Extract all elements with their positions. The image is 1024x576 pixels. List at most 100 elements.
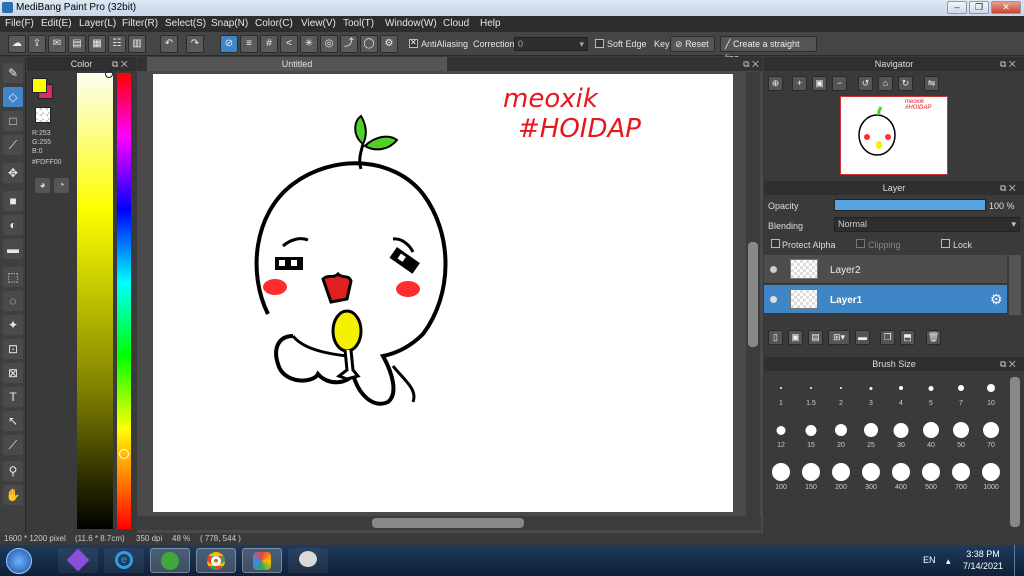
brush-size-option[interactable]: 20 — [826, 418, 856, 449]
lock-checkbox[interactable] — [941, 239, 950, 248]
tray-arrow-icon[interactable]: ▴ — [946, 556, 951, 567]
navigator-preview[interactable]: meoxik #HOIDAP — [840, 96, 948, 175]
snap-curve-icon[interactable]: ⤴ — [340, 35, 358, 53]
clock[interactable]: 3:38 PM 7/14/2021 — [958, 548, 1008, 572]
horizontal-scroll-thumb[interactable] — [372, 518, 524, 528]
drawing-canvas[interactable]: meoxik #HOIDAP — [153, 74, 733, 512]
fill-rect-tool-icon[interactable]: ■ — [3, 191, 23, 211]
zoom-in-icon[interactable]: + — [792, 76, 807, 91]
cloud-icon[interactable]: ☁ — [8, 35, 26, 53]
select-rect-tool-icon[interactable]: ⬚ — [3, 267, 23, 287]
brush-size-option[interactable]: 1.5 — [796, 376, 826, 407]
primary-color-swatch[interactable] — [32, 78, 47, 93]
operation-tool-icon[interactable]: ↖ — [3, 411, 23, 431]
snap-circle-icon[interactable]: ◎ — [320, 35, 338, 53]
divide-tool-icon[interactable]: ⟋ — [3, 435, 23, 455]
close-button[interactable]: ✕ — [991, 1, 1021, 14]
brush-size-option[interactable]: 1 — [766, 376, 796, 407]
layer-settings-gear-icon[interactable]: ⚙ — [990, 291, 1003, 308]
magic-wand-tool-icon[interactable]: ✦ — [3, 315, 23, 335]
menu-edit[interactable]: Edit(E) — [41, 18, 72, 29]
menu-filter[interactable]: Filter(R) — [122, 18, 158, 29]
brush-size-option[interactable]: 30 — [886, 418, 916, 449]
maximize-button[interactable]: ❐ — [969, 1, 989, 14]
brush-size-option[interactable]: 15 — [796, 418, 826, 449]
lasso-tool-icon[interactable]: ◌ — [3, 291, 23, 311]
document-icon[interactable]: ▦ — [88, 35, 106, 53]
snap-grid-icon[interactable]: # — [260, 35, 278, 53]
brush-size-option[interactable]: 10 — [976, 376, 1006, 407]
palette-add-icon[interactable]: ◔ — [54, 178, 69, 193]
reset-button[interactable]: ⊘ Reset — [670, 36, 715, 52]
brush-size-option[interactable]: 25 — [856, 418, 886, 449]
delete-layer-trash-icon[interactable]: 🗑 — [926, 330, 941, 345]
taskbar-internet-explorer-icon[interactable]: e — [104, 548, 144, 573]
correction-select[interactable]: 0 ▾ — [514, 37, 588, 51]
minimize-button[interactable]: – — [947, 1, 967, 14]
snap-off-icon[interactable]: ⊘ — [220, 35, 238, 53]
share-icon[interactable]: ⇪ — [28, 35, 46, 53]
menu-layer[interactable]: Layer(L) — [79, 18, 116, 29]
dot-tool-icon[interactable]: □ — [3, 111, 23, 131]
redo-icon[interactable]: ↷ — [186, 35, 204, 53]
snap-radial-icon[interactable]: ✳ — [300, 35, 318, 53]
snap-parallel-icon[interactable]: ≡ — [240, 35, 258, 53]
eraser-tool-icon[interactable]: ◇ — [3, 87, 23, 107]
menu-snap[interactable]: Snap(N) — [211, 18, 248, 29]
brush-size-option[interactable]: 7 — [946, 376, 976, 407]
eyedropper-tool-icon[interactable]: ⚲ — [3, 461, 23, 481]
palette-icon[interactable]: ◕ — [35, 178, 50, 193]
protect-alpha-checkbox[interactable] — [771, 239, 780, 248]
brush-size-option[interactable]: 5 — [916, 376, 946, 407]
brush-size-option[interactable]: 150 — [796, 460, 826, 491]
layer-row-layer2[interactable]: Layer2 — [764, 255, 1007, 284]
taskbar-medibang-icon[interactable] — [242, 548, 282, 573]
brush-size-option[interactable]: 2 — [826, 376, 856, 407]
layer-list-scrollbar[interactable] — [1009, 255, 1021, 315]
text-tool-icon[interactable]: T — [3, 387, 23, 407]
rotate-left-icon[interactable]: ↺ — [858, 76, 873, 91]
snap-ellipse-icon[interactable]: ◯ — [360, 35, 378, 53]
chat-icon[interactable]: ▤ — [68, 35, 86, 53]
zoom-fit-icon[interactable]: ⊕ — [768, 76, 783, 91]
brush-size-option[interactable]: 70 — [976, 418, 1006, 449]
brush-size-option[interactable]: 4 — [886, 376, 916, 407]
blending-select[interactable]: Normal ▾ — [834, 217, 1020, 232]
brush-window-controls-icon[interactable]: ⧉ ✕ — [1000, 359, 1016, 370]
menu-color[interactable]: Color(C) — [255, 18, 293, 29]
select-pen-tool-icon[interactable]: ⊡ — [3, 339, 23, 359]
gradient-tool-icon[interactable]: ▬ — [3, 239, 23, 259]
opacity-slider[interactable] — [834, 199, 986, 211]
new-halftone-layer-icon[interactable]: ▣ — [788, 330, 803, 345]
hand-tool-icon[interactable]: ✋ — [3, 485, 23, 505]
color-window-controls-icon[interactable]: ⧉ ✕ — [112, 59, 128, 70]
brush-size-option[interactable]: 1000 — [976, 460, 1006, 491]
brush-size-option[interactable]: 100 — [766, 460, 796, 491]
transparent-color-swatch[interactable] — [35, 107, 51, 123]
taskbar-coccoc-icon[interactable] — [150, 548, 190, 573]
brush-size-option[interactable]: 500 — [916, 460, 946, 491]
brush-panel-scrollbar[interactable] — [1010, 377, 1020, 527]
brush-size-option[interactable]: 12 — [766, 418, 796, 449]
zoom-actual-icon[interactable]: ▣ — [812, 76, 827, 91]
language-indicator[interactable]: EN — [923, 555, 936, 565]
brush-size-option[interactable]: 50 — [946, 418, 976, 449]
menu-view[interactable]: View(V) — [301, 18, 336, 29]
antialiasing-checkbox[interactable] — [409, 38, 418, 48]
vertical-scroll-thumb[interactable] — [748, 242, 758, 347]
new-8bit-layer-icon[interactable]: ▤ — [808, 330, 823, 345]
flip-icon[interactable]: ⇋ — [924, 76, 939, 91]
add-layer-menu-icon[interactable]: ⊞▾ — [828, 330, 850, 345]
menu-window[interactable]: Window(W) — [385, 18, 437, 29]
sv-cursor[interactable] — [105, 70, 113, 78]
zoom-out-icon[interactable]: − — [832, 76, 847, 91]
snap-settings-icon[interactable]: ⚙ — [380, 35, 398, 53]
blur-tool-icon[interactable]: ⟋ — [3, 135, 23, 155]
brush-size-option[interactable]: 700 — [946, 460, 976, 491]
menu-help[interactable]: Help — [480, 18, 501, 29]
brush-tool-icon[interactable]: ✎ — [3, 63, 23, 83]
brush-size-option[interactable]: 400 — [886, 460, 916, 491]
new-folder-icon[interactable]: ▬ — [855, 330, 870, 345]
create-straight-line-button[interactable]: ╱ Create a straight line — [720, 36, 817, 63]
brush-size-option[interactable]: 40 — [916, 418, 946, 449]
